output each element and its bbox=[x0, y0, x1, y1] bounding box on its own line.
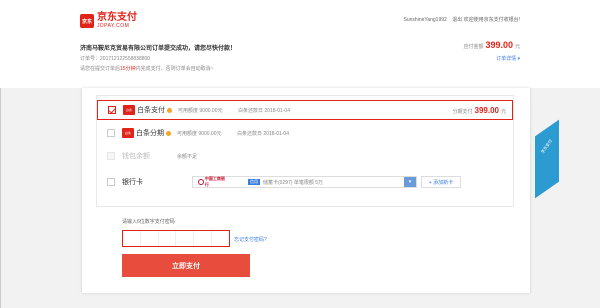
amount-unit: 元 bbox=[514, 44, 520, 50]
payment-option-bank[interactable]: 银行卡 中国工商银行 信用 储蓄卡(0297) 单笔限额 5万 ▾ + 添加新卡 bbox=[97, 172, 513, 192]
card-tag: 信用 bbox=[248, 179, 260, 185]
payment-methods: 白条 白条支付 可用额度 9000.00元 白条还款日 2018-01-04 分… bbox=[96, 95, 514, 207]
order-detail-link[interactable]: 订单详情 ▾ bbox=[496, 55, 520, 62]
baitiao-due-label: 白条还款日 bbox=[238, 107, 264, 114]
jdpay-logo[interactable]: 京东 京东支付 JDPAY.COM bbox=[80, 9, 150, 33]
password-digit[interactable] bbox=[176, 231, 195, 246]
logout-link[interactable]: 退出 bbox=[452, 17, 462, 23]
password-digit[interactable] bbox=[194, 231, 213, 246]
order-amount: 应付金额 399.00 元 bbox=[463, 40, 520, 50]
fenqi-icon: 白条 bbox=[122, 128, 134, 138]
order-number: 订单号：201712122558838800 bbox=[80, 55, 150, 62]
baitiao-due-value: 2018-01-04 bbox=[264, 107, 290, 114]
installment-value: 399.00 bbox=[474, 105, 499, 115]
fenqi-due-label: 白条还款日 bbox=[237, 130, 263, 137]
header-area: 京东 京东支付 JDPAY.COM SunshineYang1992 退出 欢迎… bbox=[0, 0, 600, 88]
bank-card-select[interactable]: 中国工商银行 信用 储蓄卡(0297) 单笔限额 5万 ▾ bbox=[192, 176, 417, 188]
info-icon[interactable] bbox=[166, 130, 171, 136]
welcome-bar: SunshineYang1992 退出 欢迎使用京东支付收银台! bbox=[404, 16, 520, 23]
baitiao-quota: 可用额度 9000.00元 bbox=[178, 107, 222, 114]
fenqi-due: 白条还款日 2018-01-04 bbox=[237, 130, 289, 137]
password-input[interactable] bbox=[122, 230, 230, 247]
baitiao-quota-value: 9000.00元 bbox=[199, 107, 223, 114]
logo-en: JDPAY.COM bbox=[97, 23, 130, 29]
info-icon[interactable] bbox=[167, 107, 172, 113]
bank-checkbox[interactable] bbox=[107, 178, 115, 186]
order-number-label: 订单号： bbox=[80, 56, 101, 62]
fenqi-quota: 可用额度 9000.00元 bbox=[177, 130, 221, 137]
forgot-password-link[interactable]: 忘记支付密码? bbox=[234, 236, 267, 243]
baitiao-name-text: 白条支付 bbox=[137, 107, 165, 114]
chevron-down-icon[interactable]: ▾ bbox=[404, 177, 416, 187]
order-title: 济南马鞍尼克贸易有限公司订单提交成功，请您尽快付款！ bbox=[80, 46, 237, 52]
fenqi-quota-label: 可用额度 bbox=[177, 130, 198, 137]
payment-option-fenqi[interactable]: 白条 白条分期 可用额度 9000.00元 白条还款日 2018-01-04 bbox=[97, 123, 513, 143]
logo-cn: 京东支付 bbox=[97, 12, 137, 23]
password-label: 请输入6位数字支付密码 bbox=[122, 219, 175, 225]
order-tip-highlight: 15分钟 bbox=[120, 66, 136, 72]
amount-label: 应付金额 bbox=[463, 44, 484, 50]
pay-now-button[interactable]: 立即支付 bbox=[122, 254, 250, 277]
baitiao-name: 白条支付 bbox=[137, 105, 172, 115]
balance-checkbox bbox=[107, 152, 115, 160]
icbc-logo-icon: 中国工商银行 bbox=[198, 176, 228, 187]
fenqi-checkbox[interactable] bbox=[107, 129, 115, 137]
fenqi-due-value: 2018-01-04 bbox=[263, 130, 289, 137]
add-card-button[interactable]: + 添加新卡 bbox=[421, 176, 461, 188]
amount-value: 399.00 bbox=[485, 40, 513, 50]
order-number-value: 201712122558838800 bbox=[100, 56, 151, 62]
balance-name: 钱包余额 bbox=[122, 153, 150, 160]
baitiao-quota-label: 可用额度 bbox=[178, 107, 199, 114]
fenqi-quota-value: 9000.00元 bbox=[198, 130, 222, 137]
baitiao-installment: 分期支付 399.00 元 bbox=[453, 106, 507, 115]
password-digit[interactable] bbox=[159, 231, 177, 246]
welcome-user: SunshineYang1992 bbox=[403, 17, 447, 23]
payment-option-baitiao[interactable]: 白条 白条支付 可用额度 9000.00元 白条还款日 2018-01-04 分… bbox=[97, 100, 513, 120]
bank-logo-name: 中国工商银行 bbox=[204, 176, 225, 187]
baitiao-due: 白条还款日 2018-01-04 bbox=[238, 107, 290, 114]
balance-note: 余额不足 bbox=[177, 153, 198, 160]
payment-option-balance: 钱包余额 余额不足 bbox=[97, 146, 513, 166]
welcome-text: 欢迎使用京东支付收银台! bbox=[463, 17, 520, 23]
fenqi-name-text: 白条分期 bbox=[136, 130, 164, 137]
jd-logo-icon: 京东 bbox=[80, 14, 94, 28]
fenqi-name: 白条分期 bbox=[136, 128, 171, 138]
side-ribbon[interactable] bbox=[535, 119, 559, 199]
password-digit[interactable] bbox=[141, 231, 159, 246]
password-digit[interactable] bbox=[212, 231, 229, 246]
payment-card: 白条 白条支付 可用额度 9000.00元 白条还款日 2018-01-04 分… bbox=[82, 88, 530, 293]
logo-text: 京东支付 JDPAY.COM bbox=[97, 13, 137, 29]
bank-name: 银行卡 bbox=[122, 179, 143, 186]
installment-unit: 元 bbox=[500, 108, 506, 115]
password-digit[interactable] bbox=[123, 231, 141, 246]
installment-label: 分期支付 bbox=[452, 108, 473, 115]
order-tip: 请您在提交订单后15分钟内完成支付，否则订单会自动取消~ bbox=[80, 65, 214, 72]
baitiao-checkbox[interactable] bbox=[108, 106, 116, 114]
order-tip-prefix: 请您在提交订单后 bbox=[80, 66, 121, 72]
order-tip-suffix: 内完成支付，否则订单会自动取消~ bbox=[135, 66, 214, 72]
baitiao-icon: 白条 bbox=[123, 105, 135, 115]
card-desc: 储蓄卡(0297) 单笔限额 5万 bbox=[263, 179, 324, 186]
